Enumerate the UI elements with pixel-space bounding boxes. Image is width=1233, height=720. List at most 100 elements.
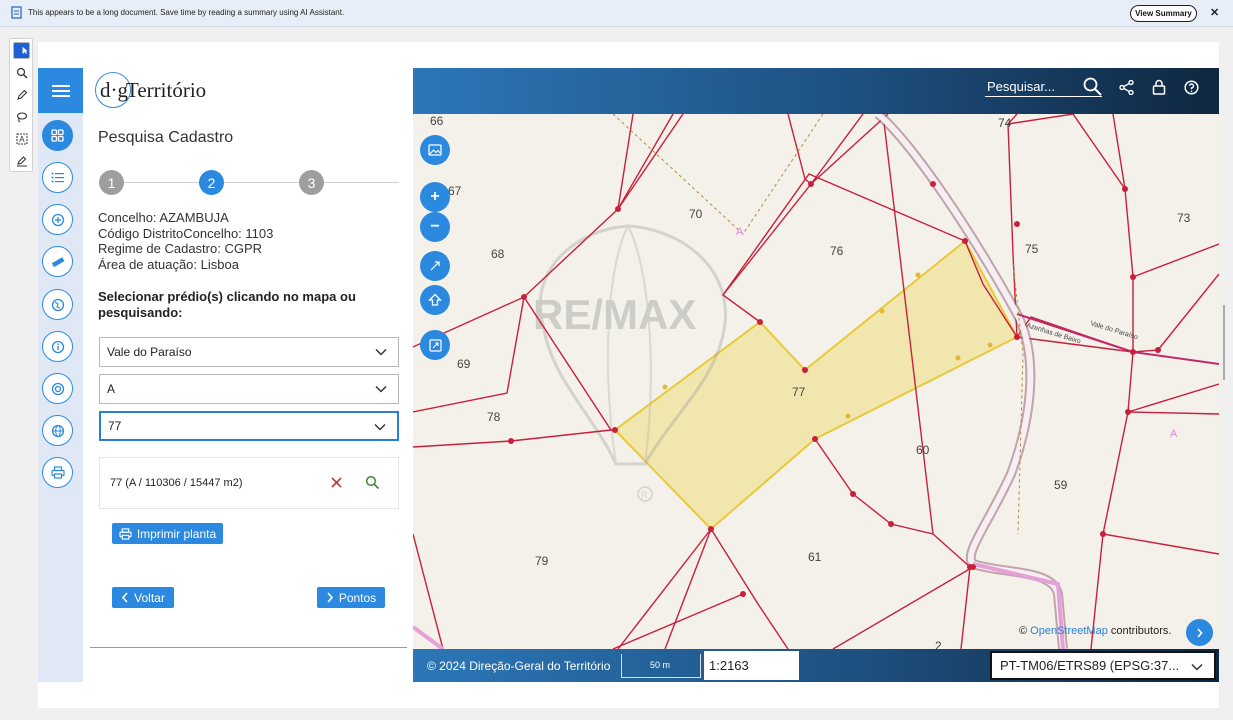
step-1[interactable]: 1	[99, 170, 124, 195]
regime-text: Regime de Cadastro: CGPR	[98, 241, 263, 256]
parcel-label: 61	[808, 550, 822, 564]
attribution: © OpenStreetMap contributors.	[1019, 625, 1171, 637]
scale-input[interactable]: 1:2163	[704, 651, 799, 680]
minus-icon: −	[430, 218, 440, 235]
street-label: Vale do Paraíso	[1089, 320, 1138, 341]
print-rail-button[interactable]	[42, 457, 73, 488]
sign-tool-icon[interactable]	[13, 152, 30, 169]
panel-divider	[90, 647, 407, 648]
text-tool-icon[interactable]: A	[13, 130, 30, 147]
watermark-text: RE/MAX	[533, 291, 696, 338]
crs-select[interactable]: PT-TM06/ETRS89 (EPSG:37...	[990, 651, 1216, 680]
share-icon[interactable]	[1119, 80, 1134, 95]
measure-button[interactable]	[42, 246, 73, 277]
area-text: Área de atuação: Lisboa	[98, 257, 239, 272]
predio-select[interactable]: 77	[99, 411, 399, 441]
globe-pin-icon	[51, 298, 64, 311]
chevron-right-icon	[327, 592, 333, 603]
parcel-label: 68	[491, 247, 505, 261]
logo-prefix: d·g	[100, 78, 128, 102]
basemap-button[interactable]	[420, 135, 450, 165]
parcel-label: 77	[792, 385, 806, 399]
ai-assistant-bar: This appears to be a long document. Save…	[0, 0, 1233, 27]
page-scrollbar[interactable]	[1223, 305, 1225, 380]
menu-button[interactable]	[38, 68, 83, 113]
search-icon[interactable]	[1083, 77, 1102, 96]
lock-icon[interactable]	[1152, 79, 1166, 95]
step-connector	[324, 182, 399, 183]
remove-icon[interactable]	[330, 476, 343, 489]
concelho-text: Concelho: AZAMBUJA	[98, 210, 229, 225]
osm-link[interactable]: OpenStreetMap	[1030, 625, 1108, 637]
section-label: A	[736, 226, 744, 238]
step-3[interactable]: 3	[299, 170, 324, 195]
chevron-left-icon	[122, 592, 128, 603]
locate-button[interactable]	[42, 289, 73, 320]
parcel-label: 2	[935, 639, 942, 649]
info-button[interactable]	[42, 331, 73, 362]
plus-circle-icon	[51, 213, 64, 226]
back-label: Voltar	[134, 590, 165, 605]
globe-icon	[51, 424, 64, 437]
parcel-label: 60	[916, 443, 930, 457]
zoom-to-icon[interactable]	[365, 475, 380, 490]
parcel-label: 76	[830, 244, 844, 258]
grid-button[interactable]	[42, 120, 73, 151]
seccao-value: A	[107, 382, 116, 396]
chevron-down-icon	[374, 423, 386, 431]
selected-parcel-77[interactable]	[613, 239, 1019, 531]
help-icon[interactable]	[1184, 80, 1199, 95]
target-icon	[51, 382, 64, 395]
step-connector	[224, 182, 299, 183]
watermark-mark: R	[641, 490, 648, 500]
image-icon	[428, 144, 442, 156]
svg-text:A: A	[19, 135, 25, 144]
zoom-extent-button[interactable]	[420, 251, 450, 281]
back-button[interactable]: Voltar	[112, 587, 174, 608]
result-card: 77 (A / 110306 / 15447 m2)	[99, 457, 399, 509]
cadastral-map[interactable]: RE/MAX R 66 67 70 74 73 68 76 75 69 77 7…	[413, 114, 1219, 649]
document-icon	[11, 6, 22, 19]
home-button[interactable]	[420, 285, 450, 315]
map-view[interactable]: RE/MAX R 66 67 70 74 73 68 76 75 69 77 7…	[413, 114, 1219, 649]
ai-message: This appears to be a long document. Save…	[28, 8, 345, 17]
print-plan-button[interactable]: Imprimir planta	[112, 523, 223, 544]
freguesia-select[interactable]: Vale do Paraíso	[99, 337, 399, 367]
fullscreen-button[interactable]	[420, 330, 450, 360]
scale-bar-label: 50 m	[650, 660, 671, 670]
zoom-tool-icon[interactable]	[13, 64, 30, 81]
close-icon[interactable]: ✕	[1210, 6, 1219, 19]
step-2[interactable]: 2	[199, 170, 224, 195]
pen-tool-icon[interactable]	[13, 86, 30, 103]
search-underline	[985, 96, 1102, 97]
search-input[interactable]: Pesquisar...	[987, 79, 1055, 94]
layers-list-button[interactable]	[42, 162, 73, 193]
zoom-in-button[interactable]: +	[420, 182, 450, 212]
parcel-label: 70	[689, 207, 703, 221]
arrow-up-icon	[428, 293, 442, 306]
ruler-icon	[51, 256, 64, 267]
section-label: A	[1170, 428, 1178, 440]
parcel-label: 66	[430, 114, 444, 128]
globe-button[interactable]	[42, 415, 73, 446]
zoom-out-button[interactable]: −	[420, 212, 450, 242]
seccao-select[interactable]: A	[99, 374, 399, 404]
next-button[interactable]: Pontos	[317, 587, 385, 608]
list-icon	[51, 172, 64, 183]
next-label: Pontos	[338, 590, 377, 605]
view-summary-button[interactable]: View Summary	[1130, 5, 1197, 22]
attribution-prefix: ©	[1019, 625, 1028, 637]
target-button[interactable]	[42, 373, 73, 404]
grid-icon	[51, 129, 64, 142]
street-labels: Vale do Paraíso Azenhas de Baixo	[1025, 320, 1138, 345]
parcel-label: 78	[487, 410, 501, 424]
chevron-down-icon	[375, 385, 387, 393]
result-text: 77 (A / 110306 / 15447 m2)	[110, 477, 243, 489]
attribution-toggle-button[interactable]	[1186, 619, 1213, 646]
select-tool-icon[interactable]	[13, 42, 30, 59]
lasso-tool-icon[interactable]	[13, 108, 30, 125]
printer-icon	[50, 466, 65, 479]
add-layer-button[interactable]	[42, 204, 73, 235]
codigo-text: Código DistritoConcelho: 1103	[98, 226, 274, 241]
parcel-label: 79	[535, 554, 549, 568]
